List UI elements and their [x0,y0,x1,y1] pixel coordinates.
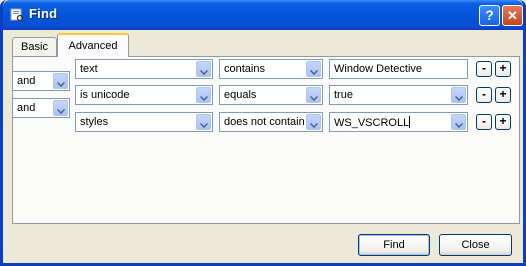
value-input-1[interactable]: Window Detective [329,59,468,79]
remove-row-1-button[interactable]: - [476,61,492,77]
connector-select-2[interactable]: and [12,71,70,91]
text-caret [409,116,411,128]
chevron-down-icon[interactable] [196,87,211,103]
add-row-1-button[interactable]: + [495,61,511,77]
chevron-down-icon[interactable] [451,87,466,103]
chevron-down-icon[interactable] [306,114,321,130]
remove-row-3-button[interactable]: - [476,114,492,130]
connector-select-2-value: and [17,75,36,87]
chevron-down-icon[interactable] [53,100,68,116]
remove-row-2-button[interactable]: - [476,87,492,103]
find-button-label: Find [383,239,405,251]
close-button[interactable]: Close [439,234,512,256]
advanced-panel [12,56,520,224]
chevron-down-icon[interactable] [306,61,321,77]
find-button[interactable]: Find [358,234,430,256]
value-select-2-value: true [334,89,353,101]
operator-select-2[interactable]: equals [219,85,323,105]
add-row-2-button[interactable]: + [495,87,511,103]
window-title: Find [29,6,58,21]
connector-select-3-value: and [17,102,36,114]
value-select-3-value: WS_VSCROLL [334,116,411,129]
tab-advanced[interactable]: Advanced [57,33,129,57]
field-select-2[interactable]: is unicode [75,85,213,105]
value-select-3-text: WS_VSCROLL [334,117,410,129]
field-select-1-value: text [80,63,98,75]
field-select-1[interactable]: text [75,59,213,79]
field-select-2-value: is unicode [80,89,130,101]
find-dialog: Find ? ✕ Basic Advanced text contains Wi… [0,0,526,266]
value-select-2[interactable]: true [329,85,468,105]
close-window-button[interactable]: ✕ [502,5,523,26]
add-row-3-button[interactable]: + [495,114,511,130]
chevron-down-icon[interactable] [451,114,466,130]
field-select-3[interactable]: styles [75,112,213,132]
operator-select-2-value: equals [224,89,257,101]
magnifier-window-icon [10,8,24,22]
operator-select-1[interactable]: contains [219,59,323,79]
close-button-label: Close [461,239,490,251]
value-select-3[interactable]: WS_VSCROLL [329,112,468,132]
field-select-3-value: styles [80,116,109,128]
chevron-down-icon[interactable] [306,87,321,103]
chevron-down-icon[interactable] [196,114,211,130]
value-input-1-value: Window Detective [334,63,423,75]
chevron-down-icon[interactable] [196,61,211,77]
connector-select-3[interactable]: and [12,98,70,118]
chevron-down-icon[interactable] [53,73,68,89]
operator-select-3[interactable]: does not contain [219,112,323,132]
operator-select-1-value: contains [224,63,265,75]
title-bar[interactable]: Find ? ✕ [3,0,523,30]
operator-select-3-value: does not contain [224,116,305,128]
tab-basic[interactable]: Basic [12,37,57,57]
help-button[interactable]: ? [479,5,500,26]
